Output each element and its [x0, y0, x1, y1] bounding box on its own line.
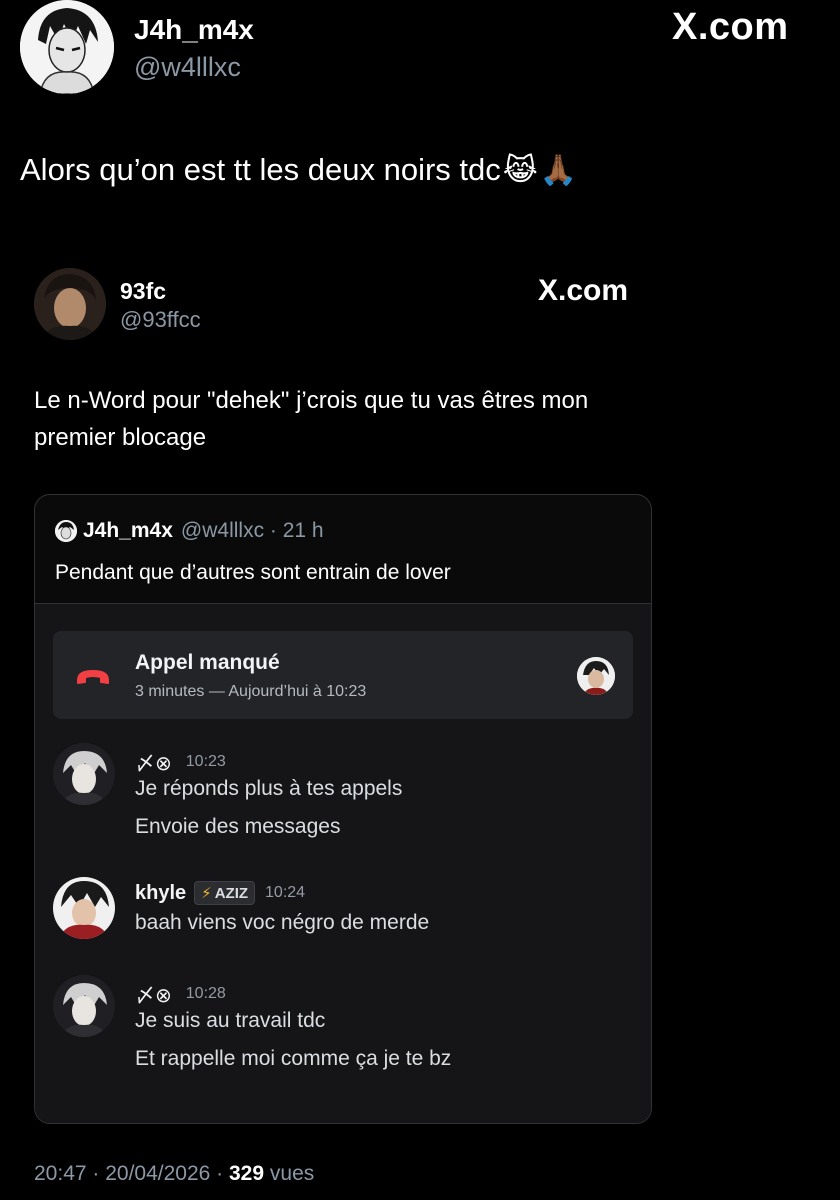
message-timestamp: 10:23	[185, 752, 226, 770]
message-author-avatar[interactable]	[53, 975, 115, 1037]
missed-call-subtitle: 3 minutes — Aujourd’hui à 10:23	[135, 683, 367, 700]
message-line: Je réponds plus à tes appels	[135, 777, 403, 800]
folded-hands-emoji: 🙏🏾	[539, 154, 578, 187]
author-handle[interactable]: @w4lllxc	[134, 52, 241, 83]
phone-hangup-icon	[77, 670, 109, 684]
tweet-text-body: Alors qu’on est tt les deux noirs tdc	[20, 152, 501, 187]
message-author-name[interactable]: 〆⊗	[135, 979, 172, 1008]
card-tweet-text: Pendant que d’autres sont entrain de lov…	[55, 561, 451, 584]
message-header: 〆⊗ 10:23	[135, 747, 226, 776]
message-timestamp: 10:28	[185, 984, 226, 1002]
message-line: Je suis au travail tdc	[135, 1009, 326, 1032]
author-avatar[interactable]	[20, 0, 114, 94]
lightning-icon: ⚡	[201, 885, 212, 902]
message-line: baah viens voc négro de merde	[135, 911, 430, 934]
quoted-author-name[interactable]: 93fc	[120, 278, 166, 305]
message-header: khyle ⚡ AZIZ 10:24	[135, 881, 305, 905]
views-count: 329	[229, 1162, 265, 1185]
user-tag-badge: ⚡ AZIZ	[194, 881, 256, 905]
message-author-name[interactable]: khyle	[135, 882, 186, 905]
views-label: vues	[269, 1162, 315, 1185]
embedded-tweet-card[interactable]: J4h_m4x @w4lllxc · 21 h Pendant que d’au…	[34, 494, 652, 1124]
cat-tears-emoji: 😹	[502, 154, 538, 187]
tweet-timestamp[interactable]: 20:47 · 20/04/2026 ·	[34, 1162, 223, 1185]
tweet-footer: 20:47 · 20/04/2026 · 329 vues	[34, 1162, 314, 1186]
tweet-text: Alors qu’on est tt les deux noirs tdc😹🙏🏾	[20, 152, 577, 188]
author-name[interactable]: J4h_m4x	[134, 14, 254, 46]
quoted-tweet-text: Le n-Word pour "dehek" j’crois que tu va…	[34, 387, 589, 451]
missed-call-box: Appel manqué 3 minutes — Aujourd’hui à 1…	[53, 631, 633, 719]
quoted-brand-watermark: X.com	[538, 274, 629, 307]
card-author-avatar[interactable]	[55, 520, 77, 542]
missed-call-title: Appel manqué	[135, 651, 280, 674]
message-author-avatar[interactable]	[53, 743, 115, 805]
message-author-avatar[interactable]	[53, 877, 115, 939]
card-header: J4h_m4x @w4lllxc · 21 h	[55, 519, 324, 543]
brand-watermark: X.com	[672, 6, 789, 48]
card-author-name[interactable]: J4h_m4x	[83, 519, 173, 543]
message-timestamp: 10:24	[265, 884, 306, 901]
message-line: Envoie des messages	[135, 815, 341, 838]
user-tag-label: AZIZ	[214, 884, 249, 902]
message-author-name[interactable]: 〆⊗	[135, 747, 172, 776]
discord-screenshot: Appel manqué 3 minutes — Aujourd’hui à 1…	[35, 604, 651, 1123]
card-author-handle[interactable]: @w4lllxc · 21 h	[181, 519, 324, 543]
message-line: Et rappelle moi comme ça je te bz	[135, 1047, 452, 1070]
caller-avatar	[577, 657, 615, 695]
quoted-author-avatar[interactable]	[34, 268, 106, 340]
quoted-author-handle[interactable]: @93ffcc	[120, 307, 201, 333]
message-header: 〆⊗ 10:28	[135, 979, 226, 1008]
